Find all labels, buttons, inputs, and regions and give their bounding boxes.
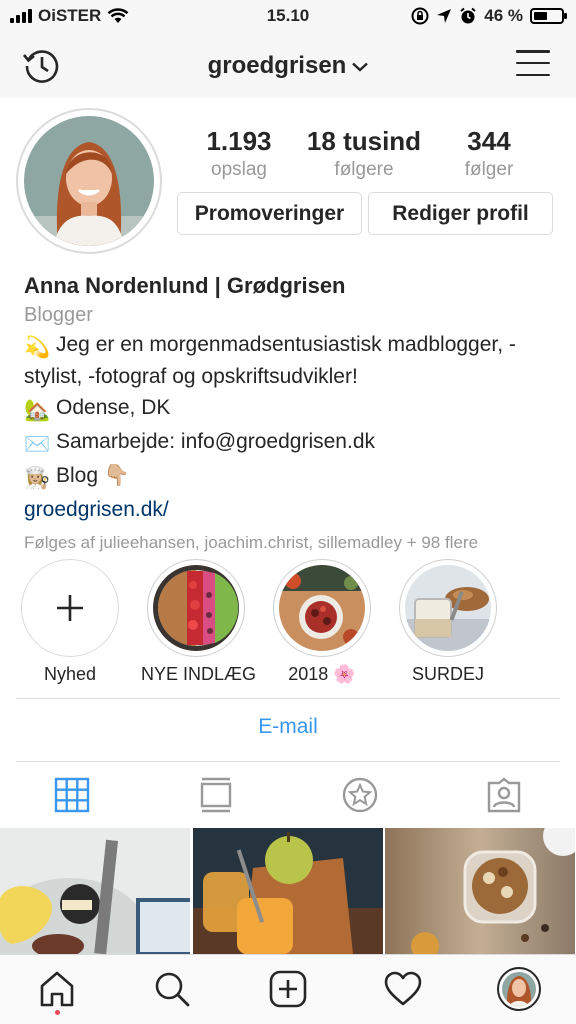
chevron-down-icon: [352, 62, 369, 72]
stat-following-value: 344: [467, 126, 511, 156]
menu-icon[interactable]: [516, 50, 550, 76]
bio-section: Anna Nordenlund | Grødgrisen Blogger 💫 Je…: [24, 272, 559, 558]
username-title: groedgrisen: [207, 52, 347, 79]
tagged-icon: [487, 777, 521, 813]
highlight-surdej[interactable]: SURDEJ: [393, 559, 503, 685]
tab-tagged[interactable]: [484, 775, 524, 815]
profile-avatar[interactable]: [24, 116, 154, 246]
tab-grid[interactable]: [52, 775, 92, 815]
highlight-new[interactable]: Nyhed: [15, 559, 125, 685]
email-button[interactable]: E-mail: [0, 715, 576, 739]
promote-button[interactable]: Promoveringer: [177, 192, 362, 235]
stat-followers[interactable]: 18 tusind følgere: [304, 126, 424, 181]
post-thumbnail[interactable]: [385, 828, 576, 954]
highlight-label: 2018 🌸: [288, 664, 356, 684]
post-grid: [0, 828, 576, 954]
nav-activity[interactable]: [383, 969, 423, 1009]
profile-avatar: [497, 967, 541, 1011]
highlight-thumbnail: [153, 565, 239, 651]
edit-profile-button[interactable]: Rediger profil: [368, 192, 553, 235]
bio-line: 🏡 Odense, DK: [24, 393, 559, 425]
bio-line: 👩🏼‍🍳 Blog 👇🏼: [24, 461, 559, 493]
saved-star-icon: [342, 777, 378, 813]
stat-posts-value: 1.193: [206, 126, 272, 156]
stat-posts: 1.193 opslag: [184, 126, 294, 181]
highlight-thumbnail: [405, 565, 491, 651]
nav-search[interactable]: [152, 969, 192, 1009]
divider: [16, 698, 560, 699]
stat-posts-label: opslag: [211, 159, 267, 180]
grid-icon: [54, 777, 90, 813]
cook-emoji: 👩🏼‍🍳: [24, 467, 51, 490]
highlight-label: NYE INDLÆG: [141, 664, 257, 684]
battery-icon: [530, 8, 567, 24]
notification-dot: [55, 1010, 60, 1015]
bio-text: Jeg er en morgenmadsentusiastisk madblog…: [24, 333, 516, 388]
website-link[interactable]: groedgrisen.dk/: [24, 493, 559, 527]
bottom-tab-bar: [0, 954, 576, 1024]
bio-line: ✉️ Samarbejde: info@groedgrisen.dk: [24, 427, 559, 459]
highlight-2018[interactable]: 2018 🌸: [267, 559, 377, 685]
plus-icon: [57, 595, 83, 621]
profile-category: Blogger: [24, 304, 93, 326]
highlight-nye-indlaeg[interactable]: NYE INDLÆG: [141, 559, 257, 685]
divider: [16, 761, 560, 762]
home-icon: [40, 971, 74, 1007]
stat-following-label: følger: [464, 159, 514, 180]
bio-text: Samarbejde: info@groedgrisen.dk: [56, 430, 375, 453]
bio-line: 💫 Jeg er en morgenmadsentusiastisk madblo…: [24, 330, 559, 391]
bio-text: Odense, DK: [56, 396, 171, 419]
envelope-emoji: ✉️: [24, 433, 51, 456]
tab-saved[interactable]: [340, 775, 380, 815]
nav-add-post[interactable]: [268, 969, 308, 1009]
username-switcher[interactable]: groedgrisen: [0, 52, 576, 80]
battery-percent: 46 %: [484, 6, 523, 25]
stat-following[interactable]: 344 følger: [434, 126, 544, 181]
nav-profile[interactable]: [497, 967, 541, 1011]
profile-name: Anna Nordenlund | Grødgrisen: [24, 273, 346, 298]
status-bar: OiSTER 15.10 46 %: [0, 0, 576, 34]
highlight-label: SURDEJ: [411, 664, 484, 684]
highlight-thumbnail: [279, 565, 365, 651]
post-thumbnail[interactable]: [0, 828, 191, 954]
rotation-lock-icon: [411, 7, 429, 25]
post-thumbnail[interactable]: [192, 828, 384, 954]
location-icon: [437, 9, 452, 23]
tab-feed[interactable]: [196, 775, 236, 815]
followed-by-text[interactable]: Følges af julieehansen, joachim.christ, …: [24, 528, 559, 558]
stat-followers-value: 18 tusind: [306, 126, 422, 156]
search-icon: [155, 972, 190, 1007]
stat-followers-label: følgere: [334, 159, 394, 180]
heart-icon: [384, 971, 422, 1006]
profile-nav-bar: groedgrisen: [0, 34, 576, 98]
add-post-icon: [269, 970, 307, 1008]
highlight-label: Nyhed: [43, 664, 97, 684]
nav-home[interactable]: [37, 969, 77, 1009]
bio-text: Blog 👇🏼: [56, 464, 131, 487]
house-emoji: 🏡: [24, 399, 51, 422]
feed-icon: [200, 777, 232, 813]
dizzy-emoji: 💫: [24, 336, 51, 359]
alarm-icon: [460, 7, 476, 24]
